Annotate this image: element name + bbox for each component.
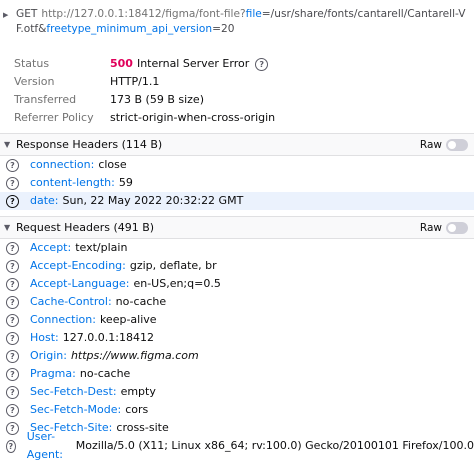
header-row[interactable]: ? content-length: 59 — [0, 174, 474, 192]
request-raw-toggle[interactable]: Raw — [419, 221, 468, 234]
header-value: Mozilla/5.0 (X11; Linux x86_64; rv:100.0… — [75, 439, 474, 452]
response-raw-toggle[interactable]: Raw — [419, 138, 468, 151]
url-base: http://127.0.0.1:18412/figma/font-file? — [41, 8, 246, 20]
request-method: GET — [16, 8, 38, 20]
header-row[interactable]: ? Accept-Encoding: gzip, deflate, br — [0, 257, 474, 275]
header-value: https://www.figma.com — [70, 349, 199, 362]
header-row[interactable]: ? Accept-Language: en-US,en;q=0.5 — [0, 275, 474, 293]
raw-toggle-switch[interactable] — [446, 221, 468, 234]
summary-status-row: Status 500 Internal Server Error ? — [0, 55, 474, 73]
header-value: 127.0.0.1:18412 — [62, 331, 154, 344]
header-row[interactable]: ? Host: 127.0.0.1:18412 — [0, 329, 474, 347]
request-headers-list: ? Accept: text/plain ? Accept-Encoding: gzip… — [0, 239, 474, 461]
help-icon[interactable]: ? — [6, 295, 19, 309]
request-summary: Status 500 Internal Server Error ? Versio… — [0, 45, 474, 127]
url-param-version-key: freetype_minimum_api_version — [46, 23, 213, 35]
status-help-icon[interactable]: ? — [255, 57, 269, 71]
expand-triangle-icon[interactable]: ▼ — [4, 140, 16, 149]
transferred-label: Transferred — [14, 93, 77, 106]
header-name: Host: — [30, 331, 59, 344]
header-value: 59 — [118, 176, 133, 189]
header-row[interactable]: ? User-Agent: Mozilla/5.0 (X11; Linux x86_… — [0, 430, 474, 461]
summary-referrer-row: Referrer Policy strict-origin-when-cross… — [0, 109, 474, 127]
header-value: Sun, 22 May 2022 20:32:22 GMT — [62, 194, 244, 207]
header-value: cross-site — [116, 421, 169, 434]
header-row[interactable]: ? Cache-Control: no-cache — [0, 293, 474, 311]
header-name: User-Agent: — [26, 430, 63, 461]
help-icon[interactable]: ? — [6, 349, 19, 363]
header-value: empty — [120, 385, 156, 398]
help-icon[interactable]: ? — [6, 421, 19, 435]
help-icon[interactable]: ? — [6, 385, 19, 399]
header-value: keep-alive — [99, 313, 157, 326]
header-name: Cache-Control: — [30, 295, 112, 308]
header-value: text/plain — [75, 241, 128, 254]
summary-version-row: Version HTTP/1.1 — [0, 73, 474, 91]
help-icon[interactable]: ? — [6, 259, 19, 273]
header-name: date: — [30, 194, 59, 207]
help-icon[interactable]: ? — [6, 241, 19, 255]
header-row-selected[interactable]: ? date: Sun, 22 May 2022 20:32:22 GMT — [0, 192, 474, 210]
raw-toggle-switch[interactable] — [446, 138, 468, 151]
help-icon[interactable]: ? — [6, 403, 19, 417]
header-value: no-cache — [79, 367, 131, 380]
header-name: Connection: — [30, 313, 96, 326]
raw-label: Raw — [419, 221, 442, 234]
header-row[interactable]: ? Sec-Fetch-Dest: empty — [0, 383, 474, 401]
response-headers-title: Response Headers (114 B) — [16, 138, 163, 151]
header-name: Sec-Fetch-Mode: — [30, 403, 122, 416]
response-headers-section-header[interactable]: ▼ Response Headers (114 B) Raw — [0, 133, 474, 156]
summary-transferred-row: Transferred 173 B (59 B size) — [0, 91, 474, 109]
header-value: gzip, deflate, br — [129, 259, 217, 272]
header-row[interactable]: ? Sec-Fetch-Mode: cors — [0, 401, 474, 419]
status-text: Internal Server Error — [136, 57, 250, 70]
header-value: no-cache — [115, 295, 167, 308]
transferred-value: 173 B (59 B size) — [110, 93, 204, 106]
header-row[interactable]: ? Origin: https://www.figma.com — [0, 347, 474, 365]
header-row[interactable]: ? connection: close — [0, 156, 474, 174]
response-headers-list: ? connection: close ? content-length: 59… — [0, 156, 474, 210]
header-name: Accept-Language: — [30, 277, 130, 290]
raw-label: Raw — [419, 138, 442, 151]
header-value: cors — [125, 403, 149, 416]
status-code: 500 — [110, 57, 133, 70]
header-row[interactable]: ? Pragma: no-cache — [0, 365, 474, 383]
expand-triangle-icon[interactable]: ▼ — [4, 223, 16, 232]
request-url-bar[interactable]: ▶ GET http://127.0.0.1:18412/figma/font-f… — [0, 0, 474, 45]
header-name: content-length: — [30, 176, 115, 189]
url-param-version-value: =20 — [212, 23, 235, 35]
header-value: en-US,en;q=0.5 — [133, 277, 221, 290]
collapse-chevron-icon[interactable]: ▶ — [3, 11, 8, 19]
help-icon[interactable]: ? — [6, 367, 19, 381]
help-icon[interactable]: ? — [6, 313, 19, 327]
header-name: Origin: — [30, 349, 67, 362]
help-icon[interactable]: ? — [6, 176, 19, 190]
help-icon[interactable]: ? — [6, 194, 19, 208]
header-value: close — [98, 158, 127, 171]
header-name: connection: — [30, 158, 95, 171]
referrer-policy-value: strict-origin-when-cross-origin — [110, 111, 276, 124]
referrer-policy-label: Referrer Policy — [14, 111, 94, 124]
header-row[interactable]: ? Accept: text/plain — [0, 239, 474, 257]
url-param-file-key: file — [245, 8, 262, 20]
header-name: Accept: — [30, 241, 72, 254]
version-value: HTTP/1.1 — [110, 75, 160, 88]
version-label: Version — [14, 75, 55, 88]
status-label: Status — [14, 57, 50, 70]
request-url: GET http://127.0.0.1:18412/figma/font-fil… — [16, 7, 468, 37]
status-value: 500 Internal Server Error — [110, 55, 249, 73]
header-name: Pragma: — [30, 367, 76, 380]
help-icon[interactable]: ? — [6, 331, 19, 345]
request-headers-section-header[interactable]: ▼ Request Headers (491 B) Raw — [0, 216, 474, 239]
help-icon[interactable]: ? — [6, 158, 19, 172]
header-row[interactable]: ? Connection: keep-alive — [0, 311, 474, 329]
help-icon[interactable]: ? — [6, 277, 19, 291]
header-name: Sec-Fetch-Dest: — [30, 385, 117, 398]
request-headers-title: Request Headers (491 B) — [16, 221, 155, 234]
help-icon[interactable]: ? — [6, 439, 16, 453]
header-name: Accept-Encoding: — [30, 259, 126, 272]
